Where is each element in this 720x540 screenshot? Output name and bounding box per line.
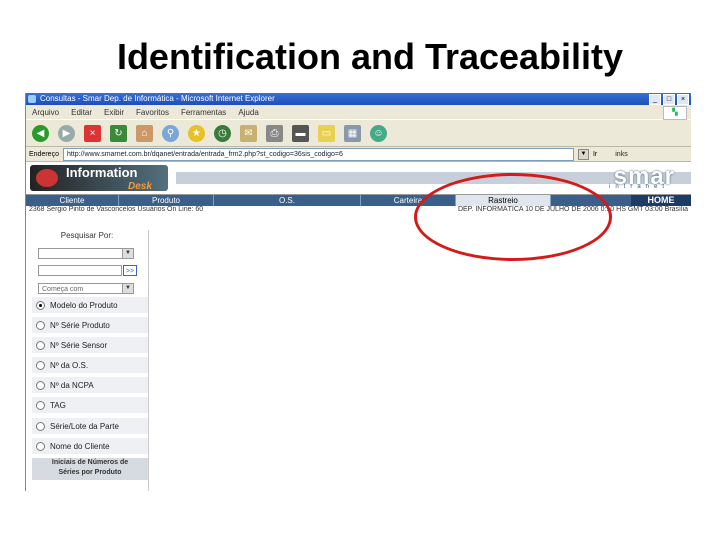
toolbar: ◀ ▶ × ↻ ⌂ ⚲ ★ ◷ ✉ ⎙ ▬ ▭ ▦ ☺ <box>26 119 691 147</box>
stop-icon[interactable]: × <box>84 124 101 142</box>
slide-title: Identification and Traceability <box>116 36 624 77</box>
maximize-button[interactable]: □ <box>663 94 675 105</box>
option-label: Modelo do Produto <box>50 300 118 310</box>
serial-initials-link[interactable]: Iniciais de Números de Séries por Produt… <box>32 458 148 480</box>
radio-icon[interactable] <box>36 421 45 431</box>
menu-favoritos[interactable]: Favoritos <box>136 108 169 117</box>
status-user: 2368 Sergio Pinto de Vasconcelos Usuário… <box>29 206 204 213</box>
menu-bar: Arquivo Editar Exibir Favoritos Ferramen… <box>26 105 691 120</box>
mail-icon[interactable]: ✉ <box>240 124 257 142</box>
search-field-select[interactable]: ▼ <box>38 248 134 259</box>
radio-icon[interactable] <box>36 380 45 390</box>
address-dropdown-icon[interactable]: ▼ <box>577 148 589 160</box>
option-label: TAG <box>50 400 66 410</box>
home-button[interactable]: HOME <box>631 195 691 206</box>
panel-title: Pesquisar Por: <box>60 231 114 240</box>
tab-os[interactable]: O.S. <box>214 195 361 206</box>
highlight-circle <box>414 173 612 261</box>
radio-icon[interactable] <box>36 360 45 370</box>
match-mode-select[interactable]: Começa com ▼ <box>38 283 134 294</box>
address-label: Endereço <box>29 150 59 158</box>
option-row[interactable]: Nº Série Produto <box>32 317 148 334</box>
print-icon[interactable]: ⎙ <box>266 124 283 142</box>
option-label: Nº da O.S. <box>50 360 89 370</box>
tab-produto[interactable]: Produto <box>119 195 214 206</box>
ie-icon <box>28 95 36 103</box>
history-icon[interactable]: ◷ <box>214 124 231 142</box>
messenger-icon[interactable]: ☺ <box>370 124 387 142</box>
menu-exibir[interactable]: Exibir <box>104 108 124 117</box>
research-icon[interactable]: ▦ <box>344 124 361 142</box>
option-row[interactable]: Nº Série Sensor <box>32 337 148 354</box>
match-mode-value: Começa com <box>42 286 84 293</box>
refresh-icon[interactable]: ↻ <box>110 124 127 142</box>
radio-icon[interactable] <box>36 340 45 350</box>
windows-flag-icon: ▚ <box>663 106 687 120</box>
window-title: Consultas - Smar Dep. de Informática - M… <box>40 94 275 103</box>
browser-screenshot: Consultas - Smar Dep. de Informática - M… <box>25 93 691 491</box>
close-button[interactable]: × <box>677 94 689 105</box>
footer-line-2: Séries por Produto <box>58 469 122 476</box>
tab-cliente[interactable]: Cliente <box>26 195 119 206</box>
search-text-input[interactable] <box>38 265 122 276</box>
option-row[interactable]: Modelo do Produto <box>32 297 148 314</box>
forward-icon[interactable]: ▶ <box>58 124 75 142</box>
go-button[interactable]: Ir <box>593 151 597 158</box>
menu-arquivo[interactable]: Arquivo <box>32 108 59 117</box>
folder-icon[interactable]: ▭ <box>318 124 335 142</box>
radio-icon[interactable] <box>36 320 45 330</box>
globe-icon <box>36 169 58 187</box>
option-label: Série/Lote da Parte <box>50 421 119 431</box>
option-row[interactable]: Nº da O.S. <box>32 357 148 374</box>
address-bar: Endereço http://www.smarnet.com.br/dqane… <box>26 147 691 162</box>
menu-ferramentas[interactable]: Ferramentas <box>181 108 226 117</box>
menu-ajuda[interactable]: Ajuda <box>238 108 258 117</box>
option-label: Nº Série Produto <box>50 320 110 330</box>
home-icon[interactable]: ⌂ <box>136 124 153 142</box>
option-label: Nome do Cliente <box>50 441 110 451</box>
radio-icon[interactable] <box>36 400 45 410</box>
favorites-icon[interactable]: ★ <box>188 124 205 142</box>
intranet-label: intranet <box>608 184 669 190</box>
links-label[interactable]: inks <box>615 151 627 158</box>
option-label: Nº Série Sensor <box>50 340 108 350</box>
logo-sub: Desk <box>128 181 152 192</box>
window-titlebar: Consultas - Smar Dep. de Informática - M… <box>26 93 691 105</box>
edit-icon[interactable]: ▬ <box>292 124 309 142</box>
option-row[interactable]: Nome do Cliente <box>32 438 148 455</box>
radio-selected-icon[interactable] <box>36 300 45 310</box>
minimize-button[interactable]: _ <box>649 94 661 105</box>
search-submit-button[interactable]: >> <box>123 265 137 276</box>
footer-line-1: Iniciais de Números de <box>51 459 129 466</box>
option-row[interactable]: Série/Lote da Parte <box>32 418 148 435</box>
option-label: Nº da NCPA <box>50 380 94 390</box>
address-input[interactable]: http://www.smarnet.com.br/dqanet/entrada… <box>62 147 574 161</box>
chevron-down-icon: ▼ <box>122 284 133 293</box>
search-icon[interactable]: ⚲ <box>162 124 179 142</box>
option-row[interactable]: Nº da NCPA <box>32 377 148 394</box>
radio-icon[interactable] <box>36 441 45 451</box>
chevron-down-icon: ▼ <box>122 249 133 258</box>
search-panel: Pesquisar Por: ▼ >> Começa com ▼ Modelo d… <box>26 230 149 491</box>
back-icon[interactable]: ◀ <box>32 124 49 142</box>
information-desk-logo[interactable]: Information Desk <box>30 165 168 192</box>
menu-editar[interactable]: Editar <box>71 108 92 117</box>
logo-text: Information <box>66 165 138 180</box>
option-row[interactable]: TAG <box>32 397 148 414</box>
